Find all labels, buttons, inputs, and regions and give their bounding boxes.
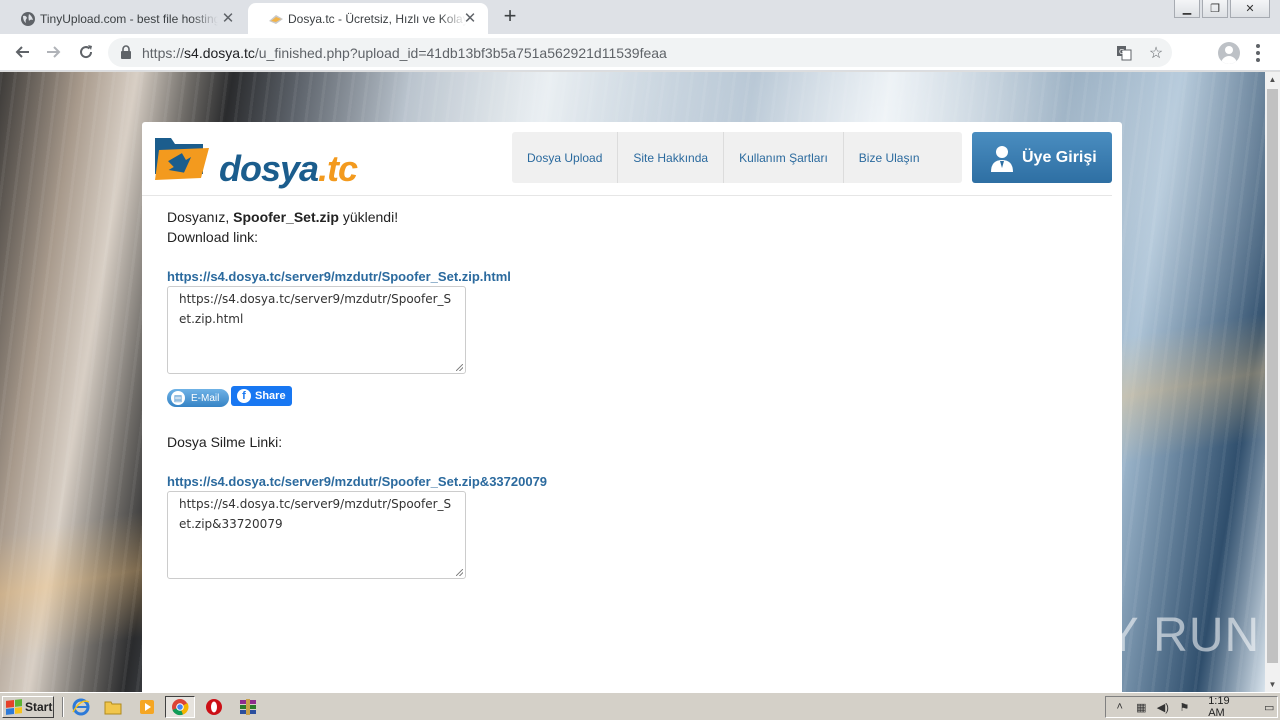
user-icon — [991, 146, 1013, 172]
reload-icon — [80, 45, 93, 59]
scroll-thumb[interactable] — [1267, 89, 1278, 663]
logo-text: dosya.tc — [219, 148, 358, 189]
windows-flag-icon — [6, 699, 22, 715]
url-path: /u_finished.php?upload_id=41db13bf3b5a75… — [254, 44, 667, 61]
folder-logo-icon — [155, 138, 209, 180]
close-icon[interactable]: ✕ — [220, 11, 236, 27]
media-player-icon[interactable] — [132, 696, 162, 718]
close-icon[interactable]: ✕ — [462, 11, 478, 27]
vertical-scrollbar[interactable]: ▲ ▼ — [1265, 72, 1280, 692]
url-scheme: https:// — [142, 44, 185, 61]
show-desktop-icon[interactable]: ▭ — [1261, 700, 1277, 714]
translate-icon[interactable]: G — [1108, 38, 1140, 67]
start-button[interactable]: Start — [2, 696, 54, 718]
email-button[interactable]: ▤ E-Mail — [167, 389, 229, 407]
minimize-button[interactable]: ▁ — [1174, 0, 1200, 18]
email-icon: ▤ — [171, 391, 185, 405]
arrow-right-icon — [47, 46, 61, 58]
new-tab-button[interactable]: + — [498, 4, 522, 28]
arrow-left-icon — [15, 46, 29, 58]
tab-strip: TinyUpload.com - best file hosting solut… — [0, 0, 1280, 34]
tab-title: Dosya.tc - Ücretsiz, Hızlı ve Kolay Dosy… — [288, 11, 466, 26]
back-button[interactable] — [10, 40, 34, 64]
download-link[interactable]: https://s4.dosya.tc/server9/mzdutr/Spoof… — [167, 268, 511, 286]
explorer-folder-icon[interactable] — [98, 696, 128, 718]
delete-link-textarea[interactable]: https://s4.dosya.tc/server9/mzdutr/Spoof… — [167, 491, 466, 579]
nav-dosya-upload[interactable]: Dosya Upload — [512, 132, 619, 183]
uploaded-filename: Spoofer_Set.zip — [233, 209, 339, 225]
dosya-favicon-icon — [269, 15, 283, 24]
close-window-button[interactable]: ✕ — [1230, 0, 1270, 18]
lock-icon — [121, 45, 131, 59]
facebook-share-button[interactable]: f Share — [231, 386, 292, 406]
opera-icon[interactable] — [199, 696, 229, 718]
resize-grip-icon[interactable] — [456, 569, 463, 576]
reload-button[interactable] — [74, 40, 98, 64]
resize-grip-icon[interactable] — [456, 364, 463, 371]
nav-kullanim-sartlari[interactable]: Kullanım Şartları — [724, 132, 844, 183]
chrome-icon[interactable] — [165, 696, 195, 718]
globe-icon — [21, 12, 35, 26]
scroll-down-icon[interactable]: ▼ — [1265, 677, 1280, 692]
volume-icon[interactable]: ◀) — [1155, 700, 1171, 714]
browser-toolbar: https://s4.dosya.tc/u_finished.php?uploa… — [0, 34, 1280, 71]
tab-title: TinyUpload.com - best file hosting solut… — [40, 11, 218, 26]
ie-icon[interactable] — [66, 696, 96, 718]
main-nav: Dosya Upload Site Hakkında Kullanım Şart… — [512, 132, 962, 183]
action-center-flag-icon[interactable]: ⚑ — [1177, 700, 1193, 714]
delete-label: Dosya Silme Linki: — [167, 434, 283, 450]
nav-site-hakkinda[interactable]: Site Hakkında — [618, 132, 725, 183]
share-row: ▤ E-Mail f Share — [167, 386, 292, 407]
site-logo[interactable]: dosya.tc — [153, 134, 358, 189]
url-host: s4.dosya.tc — [184, 44, 255, 61]
login-label: Üye Girişi — [1022, 148, 1097, 166]
delete-link[interactable]: https://s4.dosya.tc/server9/mzdutr/Spoof… — [167, 473, 547, 491]
download-link-textarea[interactable]: https://s4.dosya.tc/server9/mzdutr/Spoof… — [167, 286, 466, 374]
window-controls: ▁ ❐ ✕ — [1172, 0, 1270, 20]
main-panel: dosya.tc Dosya Upload Site Hakkında Kull… — [142, 122, 1122, 692]
restore-button[interactable]: ❐ — [1202, 0, 1228, 18]
bookmark-star-icon[interactable]: ☆ — [1140, 38, 1172, 67]
taskbar: Start ˄ ▦ ◀) ⚑ 1:19 AM ▭ — [0, 692, 1280, 720]
facebook-icon: f — [237, 389, 251, 403]
login-button[interactable]: Üye Girişi — [972, 132, 1112, 183]
profile-avatar-icon[interactable] — [1218, 41, 1240, 64]
download-label: Download link: — [167, 229, 259, 245]
network-icon[interactable]: ▦ — [1134, 700, 1150, 714]
menu-dots-icon[interactable] — [1248, 38, 1268, 67]
nav-bize-ulasin[interactable]: Bize Ulaşın — [844, 132, 962, 183]
winrar-icon[interactable] — [233, 696, 263, 718]
address-bar[interactable]: https://s4.dosya.tc/u_finished.php?uploa… — [108, 38, 1172, 67]
svg-text:G: G — [1119, 48, 1124, 56]
page-background: dosya.tc Dosya Upload Site Hakkında Kull… — [0, 72, 1265, 692]
scroll-up-icon[interactable]: ▲ — [1265, 72, 1280, 87]
forward-button[interactable] — [42, 40, 66, 64]
show-hidden-icons-icon[interactable]: ˄ — [1112, 700, 1128, 714]
tab-tinyupload[interactable]: TinyUpload.com - best file hosting solut… — [0, 3, 246, 34]
anyrun-watermark: ANY RUN — [1038, 609, 1261, 662]
header-divider — [142, 195, 1112, 196]
upload-message: Dosyanız, Spoofer_Set.zip yüklendi! — [167, 209, 399, 225]
tab-dosya[interactable]: Dosya.tc - Ücretsiz, Hızlı ve Kolay Dosy… — [248, 3, 488, 34]
system-tray: ˄ ▦ ◀) ⚑ 1:19 AM ▭ — [1105, 695, 1278, 719]
clock[interactable]: 1:19 AM — [1208, 695, 1247, 719]
